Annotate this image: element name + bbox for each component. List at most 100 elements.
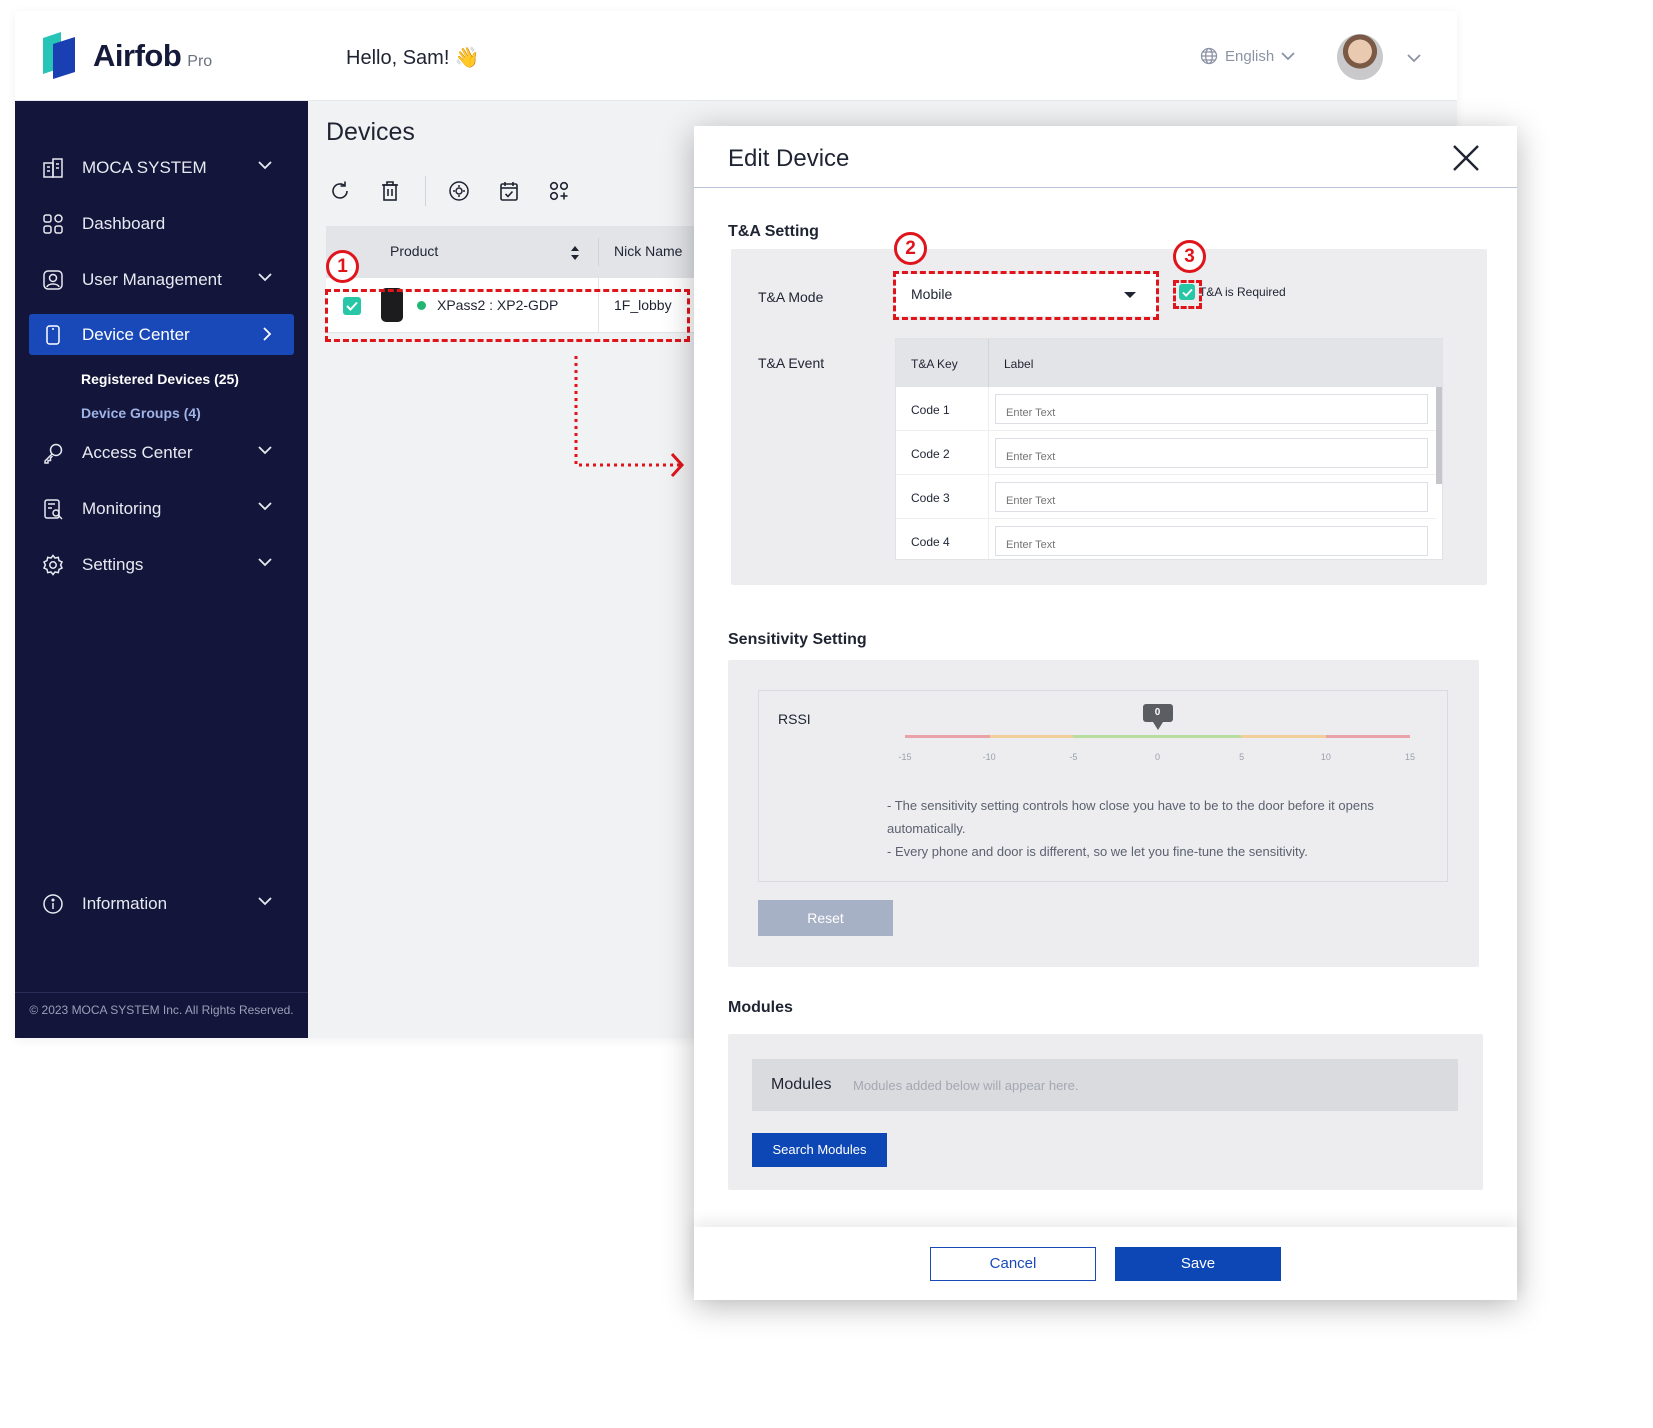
modules-panel: Modules Modules added below will appear … (728, 1034, 1483, 1190)
ta-event-header: T&A Key Label (896, 339, 1442, 387)
top-bar: Airfob Pro Hello, Sam! 👋 English (15, 11, 1457, 101)
scrollbar[interactable] (1436, 387, 1442, 484)
sidebar-subitem-device-groups[interactable]: Device Groups (4) (81, 405, 201, 421)
slider-thumb[interactable]: 0 (1142, 704, 1173, 730)
sidebar-item-label: Settings (82, 554, 144, 574)
slider-tick: -5 (1069, 752, 1078, 762)
annotation-box-3 (1173, 280, 1202, 309)
event-label-input[interactable] (995, 394, 1428, 424)
table-row: Code 3 (896, 475, 1436, 519)
save-button[interactable]: Save (1115, 1247, 1281, 1281)
ta-mode-label: T&A Mode (758, 289, 824, 305)
avatar[interactable] (1337, 34, 1383, 80)
chevron-down-icon (258, 446, 272, 455)
device-icon (41, 323, 65, 347)
modules-section-title: Modules (728, 999, 793, 1016)
copyright: © 2023 MOCA SYSTEM Inc. All Rights Reser… (15, 992, 308, 1038)
airfob-logo-icon (43, 32, 75, 79)
sidebar: MOCA SYSTEM Dashboard User Management De… (15, 101, 308, 1038)
language-selector[interactable]: English (1200, 47, 1295, 65)
event-label-input[interactable] (995, 438, 1428, 468)
refresh-button[interactable] (327, 178, 353, 204)
add-group-button[interactable] (546, 178, 572, 204)
chevron-down-icon[interactable] (1407, 53, 1421, 63)
column-divider (988, 519, 989, 559)
modal-footer: Cancel Save (694, 1227, 1517, 1300)
table-row: Code 4 (896, 519, 1436, 559)
gear-icon (41, 553, 65, 577)
info-icon (41, 892, 65, 916)
sidebar-item-moca-system[interactable]: MOCA SYSTEM (29, 146, 294, 189)
sidebar-item-dashboard[interactable]: Dashboard (29, 202, 294, 245)
modal-title: Edit Device (728, 145, 850, 172)
column-product[interactable]: Product (390, 243, 438, 259)
rssi-label: RSSI (778, 711, 811, 727)
sidebar-item-settings[interactable]: Settings (29, 543, 294, 586)
slider-track-orange (1241, 735, 1326, 738)
sidebar-item-monitoring[interactable]: Monitoring (29, 487, 294, 530)
modules-bar: Modules Modules added below will appear … (752, 1059, 1458, 1111)
chevron-down-icon (1281, 52, 1295, 61)
chevron-right-icon (263, 327, 272, 341)
calendar-check-icon (500, 182, 518, 201)
column-label: Label (1004, 357, 1034, 371)
sidebar-item-information[interactable]: Information (29, 882, 294, 925)
annotation-marker-1: 1 (326, 250, 359, 283)
sensitivity-note-line: - Every phone and door is different, so … (887, 844, 1308, 859)
column-nickname[interactable]: Nick Name (614, 243, 682, 259)
slider-tick: 10 (1320, 752, 1331, 762)
user-icon (41, 268, 65, 292)
sidebar-subitem-registered-devices[interactable]: Registered Devices (25) (81, 371, 239, 387)
search-modules-button[interactable]: Search Modules (752, 1133, 887, 1167)
logo[interactable]: Airfob Pro (39, 32, 212, 80)
globe-icon (1200, 47, 1218, 65)
chevron-down-icon (258, 161, 272, 170)
ta-section-title: T&A Setting (728, 223, 819, 240)
annotation-arrow-icon (574, 356, 685, 478)
reset-button[interactable]: Reset (758, 900, 893, 936)
modules-hint: Modules added below will appear here. (853, 1078, 1079, 1093)
annotation-box-2 (893, 271, 1159, 320)
building-icon (41, 156, 65, 180)
column-divider (598, 238, 599, 266)
sidebar-item-label: Device Center (82, 324, 190, 344)
column-divider (988, 387, 989, 431)
sort-icon[interactable] (570, 245, 580, 261)
modal-divider (694, 187, 1517, 188)
sidebar-item-label: Information (82, 893, 168, 913)
slider-tick: 15 (1404, 752, 1416, 762)
table-row: Code 1 (896, 387, 1436, 431)
rssi-slider[interactable]: 0 -15 -10 -5 0 5 10 15 (898, 691, 1415, 771)
annotation-box-1 (325, 289, 690, 342)
event-key: Code 1 (911, 403, 950, 417)
sidebar-item-label: MOCA SYSTEM (82, 157, 207, 177)
device-table-header: Product Nick Name (326, 226, 694, 278)
ta-event-table: T&A Key Label Code 1 Code 2 Code 3 Code … (895, 338, 1443, 560)
column-ta-key: T&A Key (911, 357, 958, 371)
slider-tick: -10 (982, 752, 996, 762)
modules-label: Modules (771, 1076, 832, 1093)
language-label: English (1225, 47, 1275, 65)
event-key: Code 4 (911, 535, 950, 549)
event-label-input[interactable] (995, 482, 1428, 512)
slider-track-orange (990, 735, 1073, 738)
sidebar-item-device-center[interactable]: Device Center (29, 314, 294, 355)
sync-button[interactable] (446, 178, 472, 204)
close-icon[interactable] (1450, 142, 1482, 174)
slider-track-green (1073, 735, 1241, 738)
sidebar-item-user-management[interactable]: User Management (29, 258, 294, 301)
column-divider (988, 339, 989, 387)
monitor-icon (41, 497, 65, 521)
apps-add-icon (549, 181, 569, 201)
slider-track-red (1326, 735, 1410, 738)
event-label-input[interactable] (995, 526, 1428, 556)
delete-button[interactable] (377, 178, 403, 204)
annotation-marker-2: 2 (894, 232, 927, 265)
chevron-down-icon (258, 502, 272, 511)
schedule-button[interactable] (496, 178, 522, 204)
slider-tick: 0 (1154, 752, 1161, 762)
slider-tick: 5 (1239, 752, 1245, 762)
cancel-button[interactable]: Cancel (930, 1247, 1096, 1281)
rssi-box: RSSI 0 -15 -10 -5 0 5 10 15 - The sensit… (758, 690, 1448, 882)
sidebar-item-access-center[interactable]: Access Center (29, 431, 294, 474)
